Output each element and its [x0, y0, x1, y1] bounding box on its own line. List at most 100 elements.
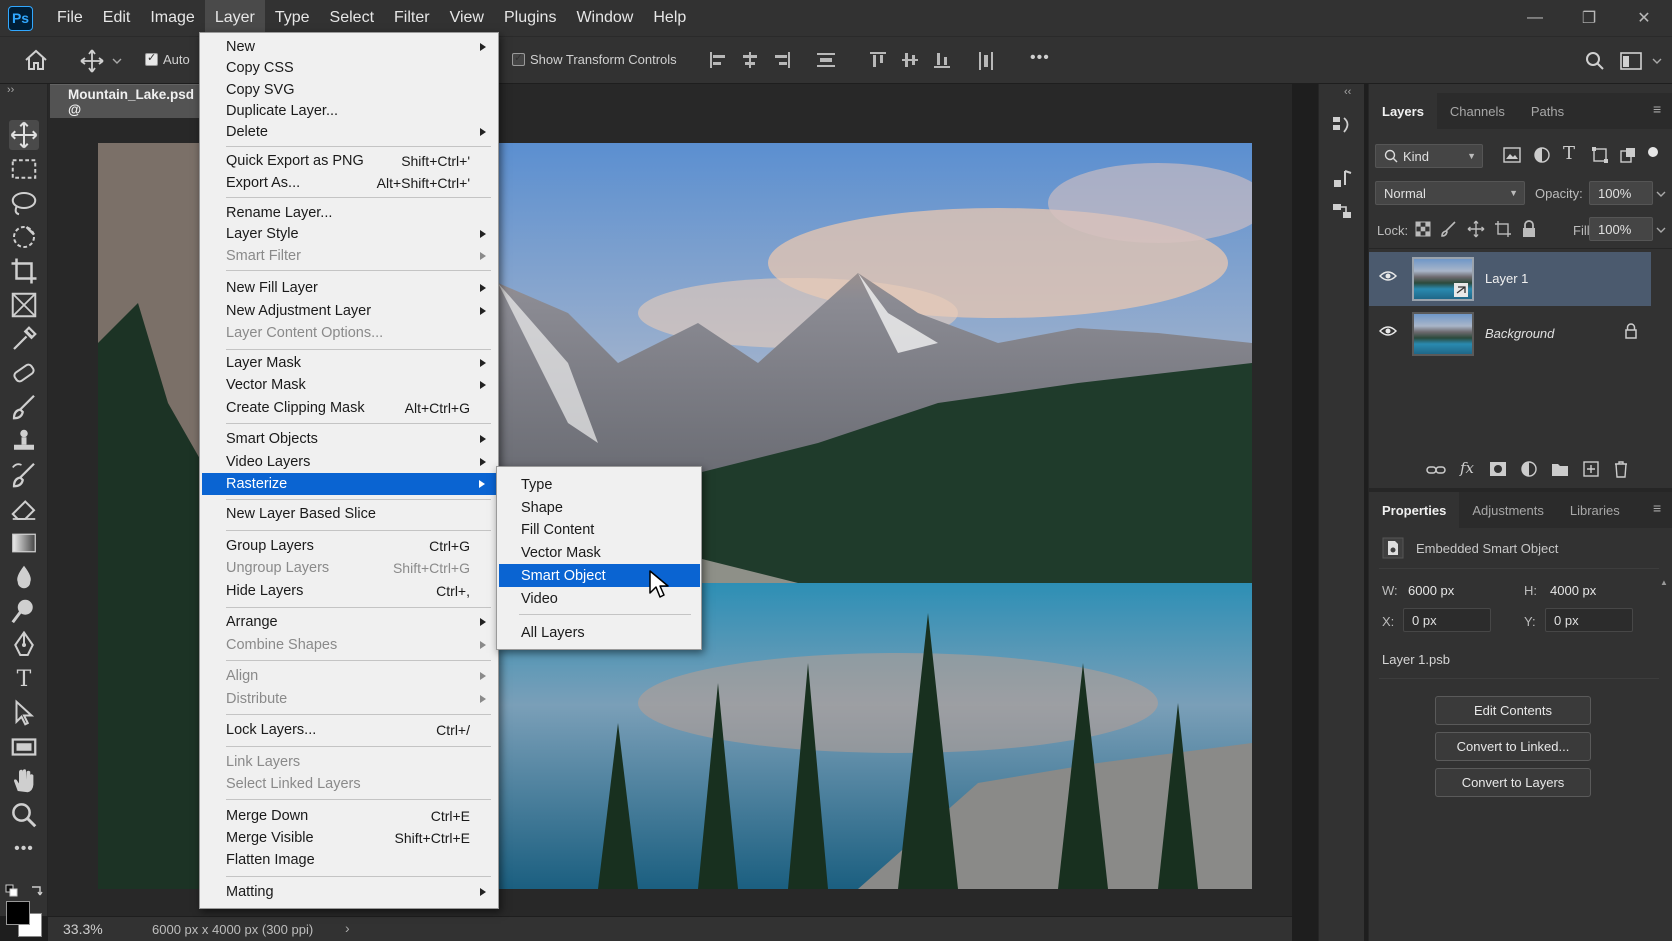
- search-icon[interactable]: [1585, 51, 1605, 71]
- submenu-item-shape[interactable]: Shape: [499, 496, 700, 519]
- menu-item-lock-layers[interactable]: Lock Layers... Ctrl+/: [200, 719, 498, 741]
- menu-window[interactable]: Window: [566, 0, 643, 36]
- menu-filter[interactable]: Filter: [384, 0, 440, 36]
- layer-filter-kind[interactable]: Kind ▼: [1375, 144, 1483, 168]
- submenu-item-fill-content[interactable]: Fill Content: [499, 518, 700, 541]
- convert-to-linked-button[interactable]: Convert to Linked...: [1435, 732, 1591, 761]
- y-position-input[interactable]: 0 px: [1545, 608, 1633, 632]
- scroll-up-arrow[interactable]: ▲: [1660, 578, 1668, 587]
- menu-item-new-adjustment-layer[interactable]: New Adjustment Layer: [200, 300, 498, 322]
- collapse-panels-icon[interactable]: ‹‹: [1344, 86, 1351, 98]
- clone-stamp-icon[interactable]: [9, 426, 39, 456]
- history-brush-icon[interactable]: [9, 460, 39, 490]
- lock-artboard-icon[interactable]: [1494, 221, 1512, 237]
- menu-item-rename-layer[interactable]: Rename Layer...: [200, 202, 498, 224]
- collapse-toolbar-icon[interactable]: ››: [7, 84, 14, 96]
- menu-file[interactable]: File: [47, 0, 93, 36]
- properties-scrollbar[interactable]: ▲ ▼: [1659, 578, 1669, 941]
- object-selection-icon[interactable]: [9, 222, 39, 252]
- lasso-icon[interactable]: [9, 188, 39, 218]
- edit-toolbar-icon[interactable]: •••: [9, 834, 39, 864]
- align-bottom-edges-icon[interactable]: [932, 50, 952, 70]
- menu-item-smart-filter[interactable]: Smart Filter: [200, 245, 498, 267]
- new-group-folder-icon[interactable]: [1551, 461, 1569, 477]
- delete-layer-icon[interactable]: [1613, 460, 1629, 478]
- workspace-icon[interactable]: [1620, 51, 1642, 71]
- menu-item-layer-style[interactable]: Layer Style: [200, 223, 498, 245]
- tab-layers[interactable]: Layers: [1369, 93, 1437, 129]
- x-position-input[interactable]: 0 px: [1403, 608, 1491, 632]
- visibility-eye-icon[interactable]: [1379, 270, 1397, 282]
- zoom-level[interactable]: 33.3%: [63, 921, 103, 937]
- rectangular-marquee-icon[interactable]: [9, 154, 39, 184]
- new-layer-icon[interactable]: [1582, 460, 1600, 478]
- layers-panel-menu-icon[interactable]: ≡: [1653, 101, 1661, 117]
- menu-view[interactable]: View: [440, 0, 494, 36]
- filter-toggle-icon[interactable]: [1648, 147, 1658, 157]
- menu-item-copy-svg[interactable]: Copy SVG: [200, 79, 498, 101]
- restore-button[interactable]: ❐: [1562, 0, 1616, 36]
- dodge-icon[interactable]: [9, 596, 39, 626]
- menu-item-rasterize[interactable]: Rasterize: [202, 473, 497, 495]
- menu-image[interactable]: Image: [140, 0, 204, 36]
- blend-mode-select[interactable]: Normal ▼: [1375, 181, 1525, 205]
- foreground-color-swatch[interactable]: [6, 901, 30, 925]
- menu-item-smart-objects[interactable]: Smart Objects: [200, 428, 498, 450]
- submenu-item-all-layers[interactable]: All Layers: [499, 621, 700, 644]
- default-colors-icon[interactable]: [5, 884, 21, 898]
- align-horizontal-centers-icon[interactable]: [740, 50, 760, 70]
- brush-icon[interactable]: [9, 392, 39, 422]
- lock-image-pixels-icon[interactable]: [1441, 221, 1457, 237]
- menu-item-vector-mask[interactable]: Vector Mask: [200, 374, 498, 396]
- distribute-horizontal-icon[interactable]: [976, 50, 996, 72]
- properties-panel-menu-icon[interactable]: ≡: [1653, 500, 1661, 516]
- tab-channels[interactable]: Channels: [1437, 93, 1518, 129]
- menu-item-group-layers[interactable]: Group Layers Ctrl+G: [200, 535, 498, 557]
- menu-item-create-clipping-mask[interactable]: Create Clipping Mask Alt+Ctrl+G: [200, 397, 498, 419]
- layer-row-layer-1[interactable]: Layer 1: [1369, 252, 1651, 306]
- menu-plugins[interactable]: Plugins: [494, 0, 566, 36]
- menu-item-layer-content-options[interactable]: Layer Content Options...: [200, 322, 498, 344]
- rectangle-tool-icon[interactable]: [9, 732, 39, 762]
- more-options-button[interactable]: •••: [1030, 49, 1050, 67]
- align-top-edges-icon[interactable]: [868, 50, 888, 70]
- opacity-chevron-icon[interactable]: [1656, 190, 1666, 198]
- menu-item-new-layer-based-slice[interactable]: New Layer Based Slice: [200, 503, 498, 525]
- tab-paths[interactable]: Paths: [1518, 93, 1577, 129]
- adjustments-panel-icon[interactable]: [1331, 168, 1353, 190]
- submenu-item-vector-mask[interactable]: Vector Mask: [499, 541, 700, 564]
- submenu-item-type[interactable]: Type: [499, 473, 700, 496]
- crop-icon[interactable]: [9, 256, 39, 286]
- layer-row-background[interactable]: Background: [1369, 307, 1651, 361]
- document-tab[interactable]: Mountain_Lake.psd @: [50, 84, 200, 118]
- menu-item-link-layers[interactable]: Link Layers: [200, 751, 498, 773]
- minimize-button[interactable]: —: [1508, 0, 1562, 36]
- move-tool-icon[interactable]: [9, 120, 39, 150]
- link-layers-icon[interactable]: [1426, 462, 1446, 478]
- eraser-icon[interactable]: [9, 494, 39, 524]
- blur-icon[interactable]: [9, 562, 39, 592]
- photoshop-logo[interactable]: Ps: [8, 5, 33, 31]
- lock-transparent-pixels-icon[interactable]: [1415, 221, 1431, 237]
- menu-item-align[interactable]: Align: [200, 665, 498, 687]
- menu-item-new-fill-layer[interactable]: New Fill Layer: [200, 277, 498, 299]
- frame-icon[interactable]: [9, 290, 39, 320]
- visibility-eye-icon[interactable]: [1379, 325, 1397, 337]
- menu-item-copy-css[interactable]: Copy CSS: [200, 57, 498, 79]
- lock-all-icon[interactable]: [1521, 220, 1537, 238]
- filter-pixel-icon[interactable]: [1503, 147, 1521, 163]
- opacity-input[interactable]: 100%: [1589, 181, 1653, 205]
- filter-type-icon[interactable]: T: [1563, 143, 1575, 164]
- tab-libraries[interactable]: Libraries: [1557, 492, 1633, 528]
- menu-item-hide-layers[interactable]: Hide Layers Ctrl+,: [200, 580, 498, 602]
- healing-brush-icon[interactable]: [9, 358, 39, 388]
- convert-to-layers-button[interactable]: Convert to Layers: [1435, 768, 1591, 797]
- edit-contents-button[interactable]: Edit Contents: [1435, 696, 1591, 725]
- eyedropper-icon[interactable]: [9, 324, 39, 354]
- menu-item-select-linked-layers[interactable]: Select Linked Layers: [200, 773, 498, 795]
- menu-select[interactable]: Select: [320, 0, 384, 36]
- filter-smart-object-icon[interactable]: [1619, 146, 1637, 164]
- fill-input[interactable]: 100%: [1589, 217, 1653, 241]
- distribute-vertical-icon[interactable]: [815, 50, 837, 70]
- layer-style-fx-icon[interactable]: fx: [1460, 459, 1474, 477]
